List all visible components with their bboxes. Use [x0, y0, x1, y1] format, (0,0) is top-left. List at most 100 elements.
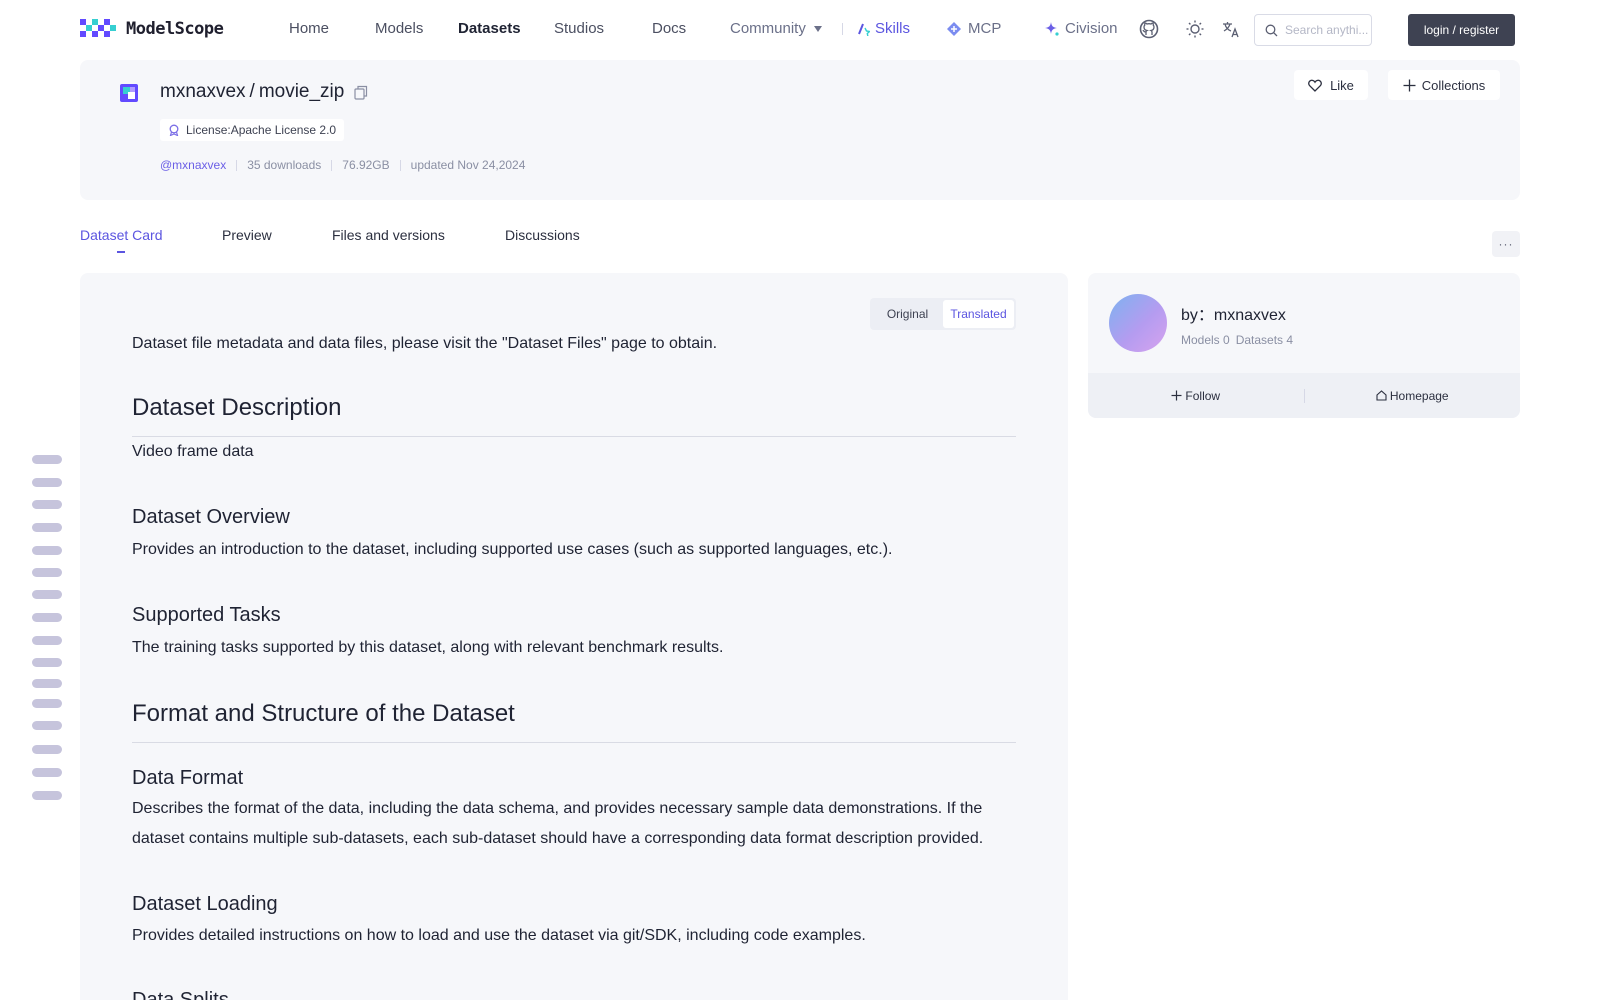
heading-text: Dataset Description [132, 394, 342, 421]
toc-item[interactable] [32, 699, 62, 708]
downloads-count: 35 downloads [247, 158, 322, 172]
collections-label: Collections [1421, 77, 1486, 93]
heading-data-format: Data Format [132, 767, 244, 789]
dataset-icon [120, 84, 138, 102]
dataset-card-content: Original Translated Dataset file metadat… [80, 273, 1068, 1000]
intro-paragraph: Dataset file metadata and data files, pl… [132, 335, 718, 352]
title-separator: / [249, 81, 255, 102]
nav-datasets[interactable]: Datasets [458, 20, 521, 37]
paragraph-data-format-line2: dataset contains multiple sub-datasets, … [132, 830, 984, 847]
toc-item[interactable] [32, 613, 62, 622]
nav-community-label: Community [730, 20, 806, 37]
more-options-button[interactable]: ··· [1492, 231, 1520, 257]
heading-data-splits: Data Splits [132, 989, 229, 1000]
nav-divider [842, 23, 843, 35]
follow-label: Follow [1185, 388, 1221, 403]
heart-icon [1308, 79, 1322, 92]
sun-icon[interactable] [1185, 19, 1205, 39]
toc-item[interactable] [32, 568, 62, 577]
paragraph-loading: Provides detailed instructions on how to… [132, 927, 866, 944]
modelscope-logo-icon [80, 19, 116, 37]
brand-name: ModelScope [126, 19, 224, 39]
dataset-name: movie_zip [258, 81, 345, 102]
search-icon [1265, 24, 1278, 36]
tab-discussions[interactable]: Discussions [505, 227, 580, 243]
author-stats: Models 0 Datasets 4 [1181, 333, 1293, 347]
author-models-count: Models 0 [1181, 333, 1230, 347]
tab-dataset-card[interactable]: Dataset Card [80, 227, 162, 243]
avatar[interactable] [1109, 294, 1167, 352]
paragraph-data-format-line1: Describes the format of the data, includ… [132, 800, 983, 817]
toc-item[interactable] [32, 478, 62, 487]
heading-dataset-description: Dataset Description [132, 394, 1016, 437]
heading-rule [132, 742, 1016, 743]
nav-skills-label: Skills [875, 20, 911, 37]
plus-icon [1403, 79, 1416, 91]
toggle-translated[interactable]: Translated [943, 300, 1014, 328]
paragraph-description: Video frame data [132, 443, 254, 460]
caret-down-icon [813, 26, 822, 32]
toc-item[interactable] [32, 455, 62, 464]
toc-item[interactable] [32, 745, 62, 754]
search-input[interactable] [1285, 23, 1371, 37]
toc-item[interactable] [32, 679, 62, 688]
tab-preview[interactable]: Preview [222, 227, 272, 243]
active-tab-indicator [117, 251, 125, 253]
nav-models[interactable]: Models [375, 20, 423, 37]
updated-date: updated Nov 24,2024 [410, 158, 526, 172]
skills-icon [858, 23, 870, 36]
author-name[interactable]: by：mxnaxvex [1181, 301, 1286, 325]
toggle-original[interactable]: Original [872, 300, 943, 328]
heading-text: Format and Structure of the Dataset [132, 700, 515, 727]
nav-mcp-label: MCP [968, 20, 1002, 37]
paragraph-tasks: The training tasks supported by this dat… [132, 639, 724, 656]
toc-item[interactable] [32, 500, 62, 509]
nav-mcp[interactable]: MCP [946, 20, 1001, 37]
toc-item[interactable] [32, 721, 62, 730]
author-actions: Follow Homepage [1088, 373, 1520, 418]
search-box[interactable] [1254, 14, 1372, 46]
translate-icon[interactable] [1221, 19, 1241, 39]
author-card: by：mxnaxvex Models 0 Datasets 4 Follow H… [1088, 273, 1520, 418]
heading-dataset-loading: Dataset Loading [132, 893, 278, 915]
meta-divider [331, 159, 333, 171]
like-button[interactable]: Like [1294, 70, 1368, 100]
login-register-button[interactable]: login / register [1408, 14, 1515, 46]
copy-icon[interactable] [354, 85, 368, 100]
brand-logo[interactable]: ModelScope [80, 19, 224, 39]
dataset-meta: @mxnaxvex 35 downloads 76.92GB updated N… [160, 158, 525, 172]
meta-divider [236, 159, 238, 171]
nav-skills[interactable]: Skills [856, 20, 910, 37]
plus-icon [1171, 390, 1182, 401]
homepage-label: Homepage [1389, 388, 1449, 403]
toc-item[interactable] [32, 791, 62, 800]
toc-item[interactable] [32, 546, 62, 555]
like-label: Like [1330, 77, 1354, 93]
nav-home[interactable]: Home [289, 20, 329, 37]
owner-handle[interactable]: @mxnaxvex [160, 158, 226, 172]
nav-civision[interactable]: Civision [1044, 20, 1118, 37]
github-icon[interactable] [1139, 19, 1159, 39]
license-tag[interactable]: License:Apache License 2.0 [160, 119, 345, 141]
toc-item[interactable] [32, 590, 62, 599]
nav-studios[interactable]: Studios [554, 20, 604, 37]
toc-item[interactable] [32, 636, 62, 645]
dataset-header: mxnaxvex / movie_zip License:Apache Lice… [80, 60, 1520, 200]
follow-button[interactable]: Follow [1088, 389, 1304, 403]
homepage-button[interactable]: Homepage [1305, 389, 1521, 403]
nav-docs[interactable]: Docs [652, 20, 686, 37]
heading-supported-tasks: Supported Tasks [132, 604, 281, 626]
dataset-title: mxnaxvex / movie_zip [160, 81, 368, 103]
tab-files-and-versions[interactable]: Files and versions [332, 227, 445, 243]
toc-item[interactable] [32, 523, 62, 532]
dataset-owner[interactable]: mxnaxvex [160, 81, 246, 103]
nav-community[interactable]: Community [730, 20, 822, 37]
heading-rule [132, 436, 1016, 437]
toc-item[interactable] [32, 658, 62, 667]
author-datasets-count: Datasets 4 [1235, 333, 1294, 347]
meta-divider [399, 159, 401, 171]
toc-item[interactable] [32, 768, 62, 777]
collections-button[interactable]: Collections [1388, 70, 1500, 100]
top-navigation: ModelScope Home Models Datasets Studios … [0, 0, 1600, 58]
nav-civision-label: Civision [1065, 20, 1118, 37]
